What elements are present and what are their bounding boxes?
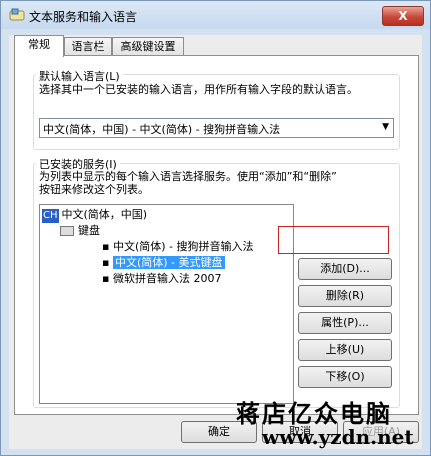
- watermark-text: 蒋店亿众电脑: [236, 399, 392, 428]
- highlight-box: [278, 226, 389, 254]
- tree-item-label: 微软拼音输入法 2007: [112, 272, 222, 285]
- default-language-description: 选择其中一个已安装的输入语言，用作所有输入字段的默认语言。: [39, 83, 358, 96]
- chevron-down-icon[interactable]: ▼: [382, 122, 389, 132]
- tab-general[interactable]: 常规: [14, 35, 64, 57]
- bullet-icon: ▪: [102, 240, 113, 253]
- move-down-button[interactable]: 下移(O): [298, 366, 392, 388]
- installed-services-description-2: 按钮来修改这个列表。: [39, 183, 149, 196]
- remove-button[interactable]: 删除(R): [298, 285, 392, 307]
- bullet-icon: ▪: [102, 256, 113, 269]
- tree-item-keyboard[interactable]: 键盘: [60, 224, 100, 238]
- language-badge: CH: [42, 209, 59, 223]
- watermark-url: www.yzdn.net: [262, 425, 414, 449]
- default-language-value: 中文(简体，中国) - 中文(简体) - 搜狗拼音输入法: [43, 123, 281, 136]
- properties-button[interactable]: 属性(P)...: [298, 312, 392, 334]
- tree-item-sogou[interactable]: ▪ 中文(简体) - 搜狗拼音输入法: [102, 240, 254, 254]
- tree-item-us-keyboard[interactable]: ▪ 中文(简体) - 美式键盘: [102, 256, 225, 270]
- tree-category-label: 键盘: [78, 224, 100, 237]
- tree-item-label: 中文(简体) - 搜狗拼音输入法: [112, 240, 254, 253]
- tree-item-ms-pinyin[interactable]: ▪ 微软拼音输入法 2007: [102, 272, 221, 286]
- keyboard-icon: [60, 226, 74, 236]
- add-button[interactable]: 添加(D)...: [298, 258, 392, 280]
- move-up-button[interactable]: 上移(U): [298, 339, 392, 361]
- text-services-icon: [9, 8, 25, 21]
- services-tree[interactable]: CH 中文(简体，中国) 键盘 ▪ 中文(简体) - 搜狗拼音输入法 ▪ 中文(简…: [39, 204, 294, 404]
- tree-language-label: 中文(简体，中国): [61, 208, 148, 221]
- default-language-select[interactable]: 中文(简体，中国) - 中文(简体) - 搜狗拼音输入法 ▼: [39, 118, 394, 138]
- tab-advanced-key-settings[interactable]: 高级键设置: [112, 37, 184, 56]
- window-title: 文本服务和输入语言: [29, 10, 138, 24]
- close-button[interactable]: X: [382, 6, 424, 26]
- installed-services-description-1: 为列表中显示的每个输入语言选择服务。使用“添加”和“删除”: [39, 170, 337, 183]
- tree-item-label: 中文(简体) - 美式键盘: [112, 256, 225, 269]
- tab-language-bar[interactable]: 语言栏: [64, 37, 112, 56]
- tree-item-language[interactable]: CH 中文(简体，中国): [42, 208, 147, 223]
- bullet-icon: ▪: [102, 272, 113, 285]
- title-bar[interactable]: 文本服务和输入语言 X: [1, 1, 430, 29]
- default-language-label: 默认输入语言(L): [36, 68, 123, 84]
